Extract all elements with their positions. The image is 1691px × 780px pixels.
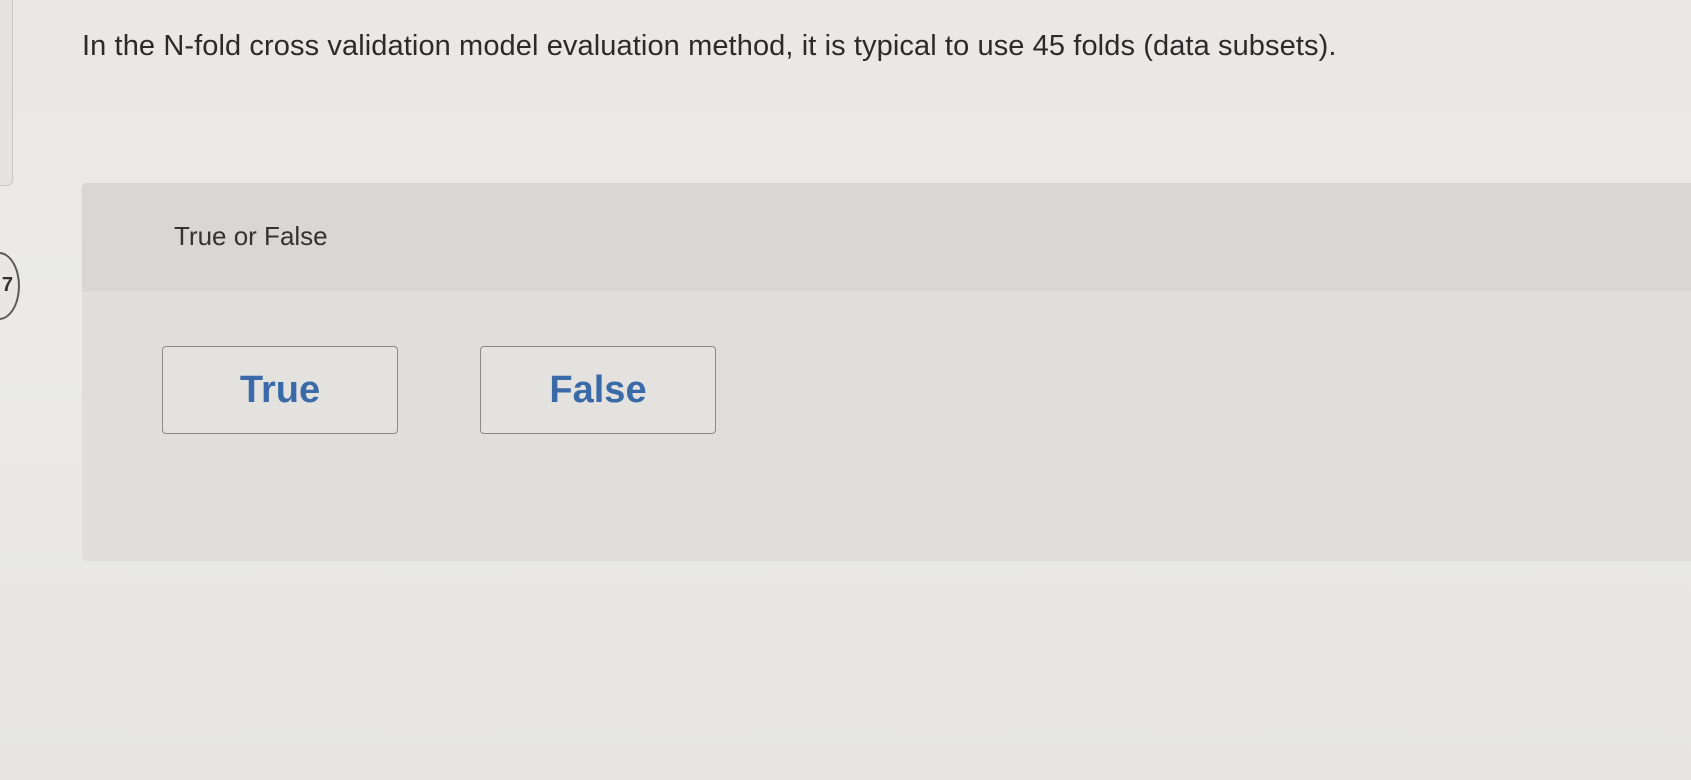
question-type-label: True or False — [174, 221, 328, 251]
question-prompt: In the N-fold cross validation model eva… — [82, 30, 1337, 62]
answer-panel: True or False True False — [82, 183, 1691, 561]
question-number: 7 — [1, 274, 13, 296]
answer-panel-header: True or False — [82, 183, 1691, 291]
true-button[interactable]: True — [162, 346, 398, 434]
false-button[interactable]: False — [480, 346, 716, 434]
side-rail — [0, 0, 13, 186]
question-number-badge: 7 — [0, 252, 20, 320]
